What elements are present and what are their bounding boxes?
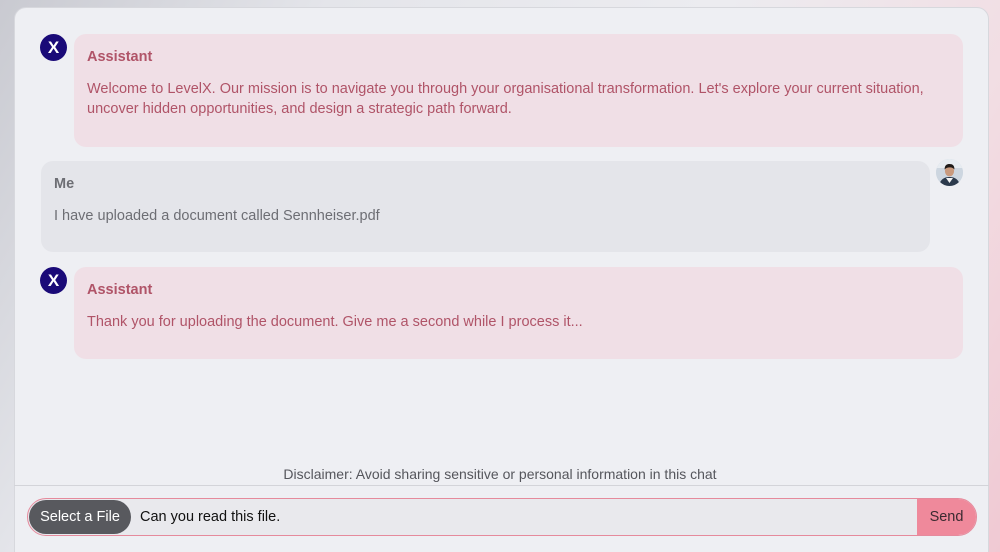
assistant-avatar: X [40, 267, 67, 294]
message-sender: Assistant [87, 282, 153, 298]
user-message: Me I have uploaded a document called Sen… [41, 161, 930, 252]
message-sender: Assistant [87, 49, 153, 65]
message-text: Thank you for uploading the document. Gi… [87, 314, 583, 330]
send-button[interactable]: Send [917, 499, 976, 535]
message-text: Welcome to LevelX. Our mission is to nav… [87, 81, 924, 117]
message-input[interactable] [140, 499, 910, 535]
message-composer: Select a File Send [27, 498, 977, 536]
composer-divider [14, 485, 989, 486]
select-file-button[interactable]: Select a File [29, 500, 131, 534]
user-avatar-photo [936, 159, 963, 186]
message-sender: Me [54, 176, 75, 192]
user-avatar [936, 159, 963, 186]
assistant-message: Assistant Welcome to LevelX. Our mission… [74, 34, 963, 147]
disclaimer-text: Disclaimer: Avoid sharing sensitive or p… [283, 466, 717, 482]
message-text: I have uploaded a document called Sennhe… [54, 208, 380, 224]
assistant-message: Assistant Thank you for uploading the do… [74, 267, 963, 359]
assistant-avatar: X [40, 34, 67, 61]
